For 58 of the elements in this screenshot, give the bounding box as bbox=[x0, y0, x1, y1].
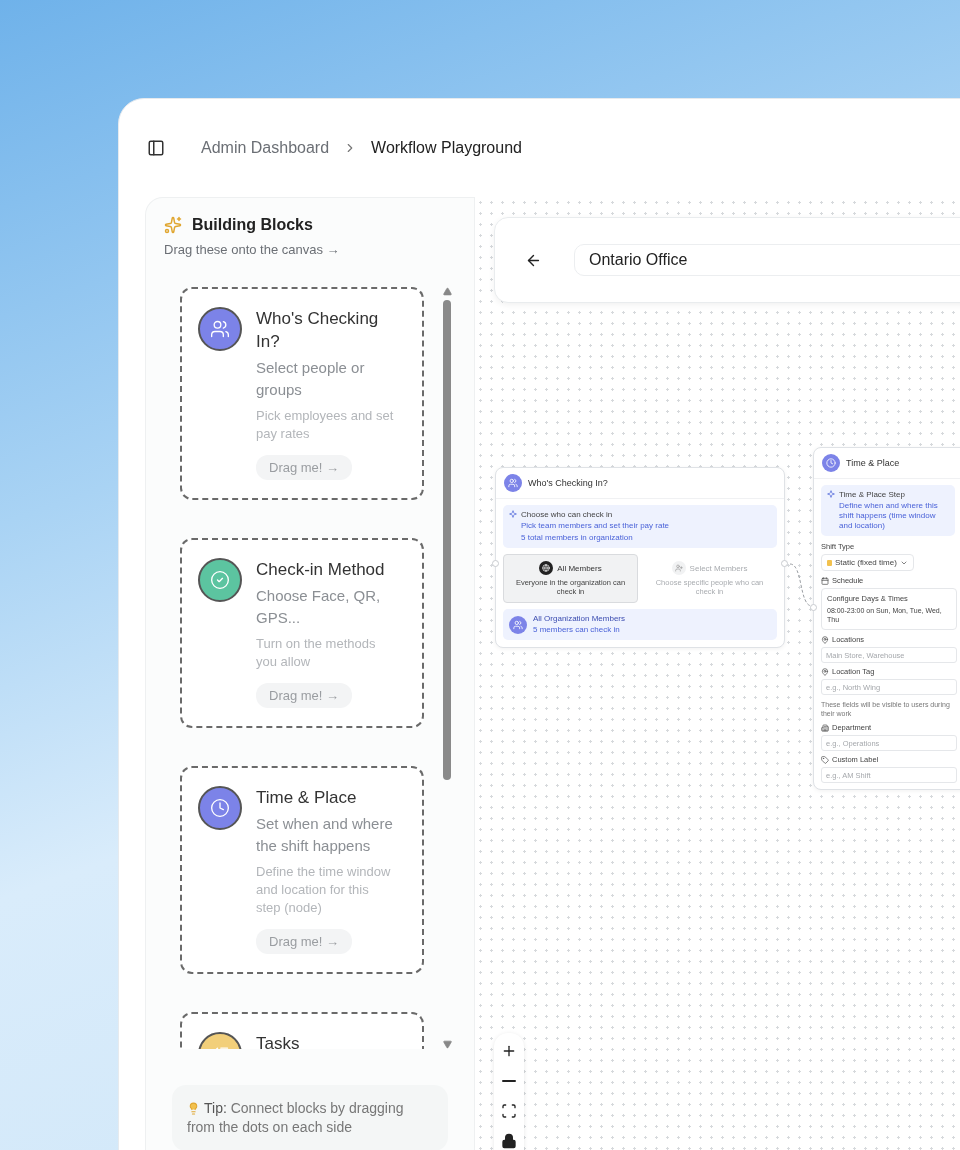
node-title: Who's Checking In? bbox=[528, 478, 608, 488]
breadcrumb-link[interactable]: Admin Dashboard bbox=[201, 139, 330, 157]
block-title: Who's Checking In? bbox=[256, 308, 380, 353]
fit-view-icon bbox=[501, 1103, 517, 1119]
tag-icon bbox=[821, 755, 829, 764]
shift-type-select[interactable]: Static (fixed time) bbox=[821, 554, 914, 571]
block-description: Turn on the methods you allow bbox=[256, 635, 377, 671]
scroll-up-icon[interactable] bbox=[442, 287, 452, 296]
info-title: Time & Place Step bbox=[839, 490, 906, 499]
connection-dot[interactable] bbox=[781, 560, 788, 567]
node-title: Time & Place bbox=[846, 458, 900, 468]
block-description: Pick employees and set pay rates bbox=[256, 407, 395, 443]
block-title: Time & Place bbox=[256, 787, 358, 809]
block-card[interactable]: Time & Place Set when and where the shift happens Define the time window and location for this step (node) Drag me! → bbox=[180, 766, 424, 974]
time-node[interactable] bbox=[813, 447, 960, 790]
block-card[interactable]: Tasks bbox=[180, 1012, 424, 1049]
people-icon bbox=[504, 474, 522, 492]
pin-icon bbox=[821, 635, 829, 644]
sidebar-title: Building Blocks bbox=[192, 216, 313, 234]
block-subtitle: Choose Face, QR, GPS... bbox=[256, 586, 382, 628]
lock-icon bbox=[501, 1133, 517, 1149]
sidebar-subtitle: Drag these onto the canvas → bbox=[164, 242, 341, 257]
globe-icon bbox=[539, 561, 554, 575]
block-subtitle: Set when and where the shift happens bbox=[256, 814, 394, 856]
connection-dot[interactable] bbox=[810, 604, 817, 611]
clock-icon bbox=[822, 454, 840, 472]
pin-icon bbox=[821, 667, 829, 676]
summary-text: 5 members can check in bbox=[533, 625, 621, 635]
zoom-in-icon bbox=[501, 1043, 517, 1059]
sparkles-icon bbox=[164, 216, 182, 234]
group-icon bbox=[509, 615, 527, 634]
block-description: Define the time window and location for this step (node) bbox=[256, 863, 392, 917]
block-card[interactable]: Who's Checking In? Select people or groups Pick employees and set pay rates Drag me! → bbox=[180, 287, 424, 500]
info-text: Define when and where this shift happens (time window and location) bbox=[839, 501, 939, 531]
summary-title: All Organization Members bbox=[533, 614, 626, 623]
building-icon bbox=[821, 723, 829, 732]
info-title: Choose who can check in bbox=[521, 510, 614, 519]
connection-dot[interactable] bbox=[492, 560, 499, 567]
breadcrumb-link[interactable]: Workflow Playground bbox=[371, 139, 522, 157]
workflow-name-field[interactable]: Ontario Office bbox=[573, 244, 960, 276]
block-title: Tasks bbox=[256, 1033, 300, 1049]
sidebar-toggle-icon[interactable] bbox=[147, 139, 165, 157]
block-subtitle: Select people or groups bbox=[256, 358, 366, 400]
block-title: Check-in Method bbox=[256, 559, 386, 581]
badge-icon bbox=[827, 559, 832, 566]
info-text: Pick team members and set their pay rate bbox=[521, 521, 670, 531]
connector-line bbox=[789, 563, 813, 607]
add-user-icon bbox=[671, 561, 686, 575]
tip-text: Tip: Connect blocks by dragging from the dots on each side bbox=[172, 1085, 448, 1150]
who-node[interactable] bbox=[495, 467, 785, 648]
info-count: 5 total members in organization bbox=[521, 533, 634, 543]
calendar-icon bbox=[821, 576, 829, 585]
sparkle-icon bbox=[827, 490, 835, 498]
lightbulb-icon bbox=[187, 1102, 200, 1115]
block-card[interactable]: Check-in Method Choose Face, QR, GPS... Turn on the methods you allow Drag me! → bbox=[180, 538, 424, 728]
scroll-down-icon[interactable] bbox=[442, 1040, 452, 1049]
sparkle-icon bbox=[509, 510, 517, 518]
scrollbar-thumb[interactable] bbox=[443, 300, 451, 780]
